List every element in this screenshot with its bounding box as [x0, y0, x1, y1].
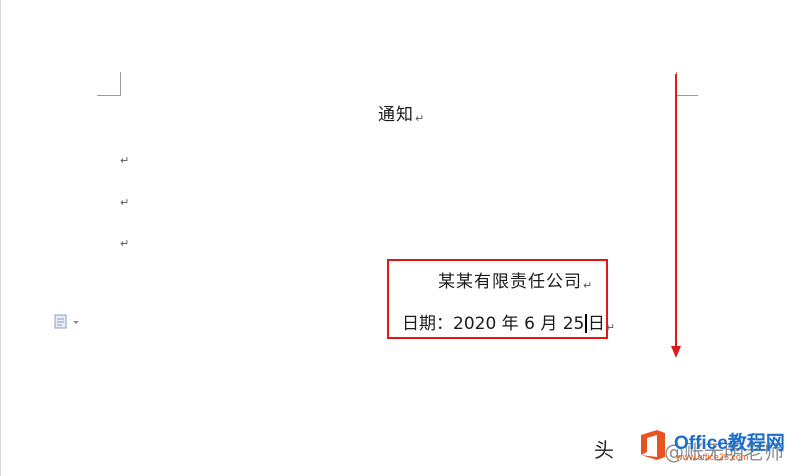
watermark-brand: Office教程网	[674, 433, 785, 454]
empty-paragraph[interactable]: ↵	[120, 237, 129, 250]
paragraph-mark: ↵	[120, 196, 130, 209]
date-paragraph[interactable]: 日期：2020 年 6 月 25 日↵	[402, 313, 615, 339]
empty-paragraph[interactable]: ↵	[120, 196, 129, 209]
document-title-paragraph[interactable]: 通知↵	[378, 104, 425, 130]
crop-mark-top-left-vertical	[120, 72, 121, 96]
date-label: 日期：	[402, 314, 453, 334]
page-left-border	[0, 0, 1, 476]
document-title: 通知	[378, 105, 414, 125]
paragraph-mark: ↵	[120, 237, 130, 250]
paste-options-icon	[54, 314, 79, 329]
empty-paragraph[interactable]: ↵	[120, 154, 129, 167]
date-day-unit: 日	[587, 314, 605, 334]
paragraph-mark: ↵	[605, 321, 616, 334]
text-cursor	[585, 314, 587, 333]
watermark: 头 @账无明老师 Office教程网 www.office26.com	[594, 422, 795, 476]
office-logo-icon	[641, 430, 665, 460]
down-arrow-annotation	[671, 74, 681, 358]
crop-mark-top-left-horizontal	[97, 95, 121, 96]
date-year-unit: 年	[501, 314, 519, 334]
paragraph-mark: ↵	[583, 279, 594, 292]
chevron-down-icon	[73, 321, 79, 324]
company-name: 某某有限责任公司	[438, 272, 582, 292]
paragraph-mark: ↵	[120, 154, 130, 167]
company-name-paragraph[interactable]: 某某有限责任公司↵	[438, 271, 593, 297]
date-month-unit: 月	[540, 314, 558, 334]
paste-options-button[interactable]	[54, 314, 80, 330]
date-day: 25	[562, 314, 585, 334]
date-year: 2020	[453, 314, 497, 334]
date-month: 6	[524, 314, 535, 334]
watermark-url: www.office26.com	[676, 452, 749, 462]
watermark-left-text: 头	[594, 438, 614, 462]
paragraph-mark: ↵	[415, 112, 426, 125]
